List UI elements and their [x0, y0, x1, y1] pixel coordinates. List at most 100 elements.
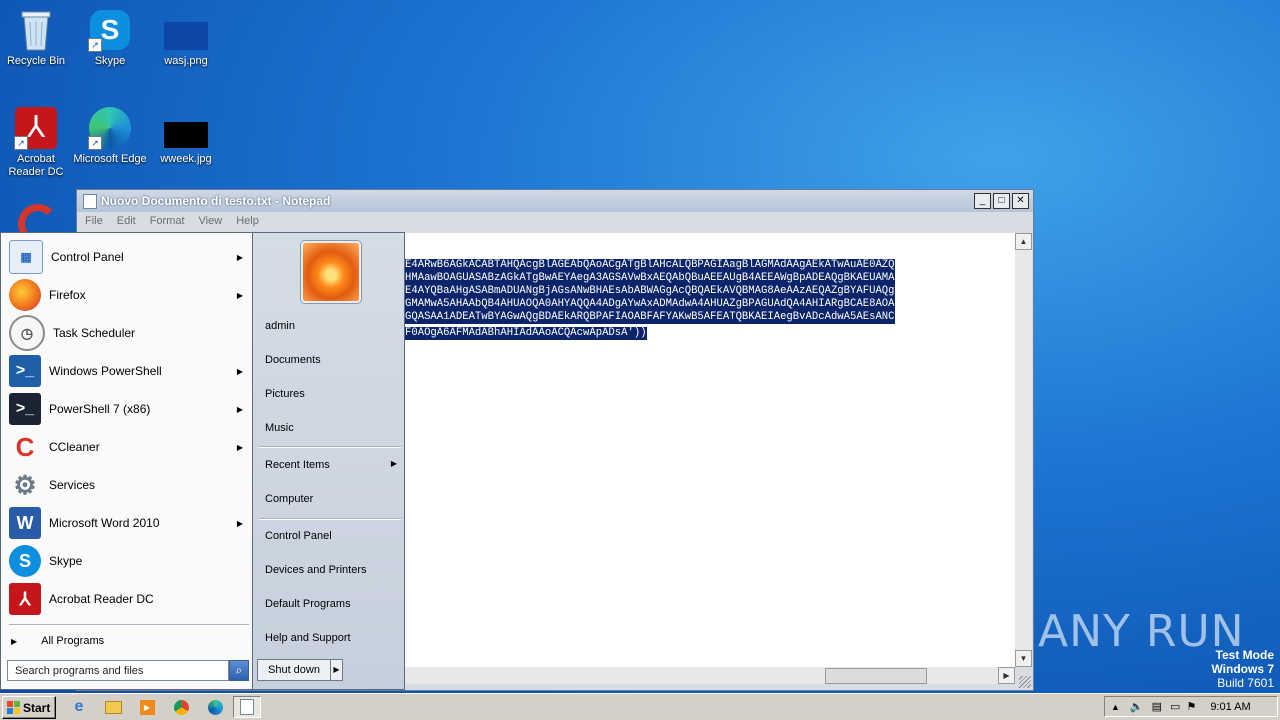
menu-format[interactable]: Format [150, 215, 185, 227]
user-picture[interactable] [301, 241, 361, 303]
all-programs-item[interactable]: ▶ All Programs [11, 633, 243, 649]
search-box[interactable]: Search programs and files [7, 660, 229, 681]
program-acrobat[interactable]: ⅄ Acrobat Reader DC [9, 581, 249, 617]
desktop-icon-edge[interactable]: ↗ Microsoft Edge [72, 106, 148, 166]
edge-taskbar-icon[interactable] [206, 698, 224, 716]
shutdown-button[interactable]: Shut down [257, 659, 331, 681]
show-hidden-icons-button[interactable]: ▲ [1111, 702, 1120, 712]
text-line: E4ARwB6AGkACABTAHQAcgBlAGEAbQAoACgATgBlA… [405, 259, 895, 272]
program-windows-powershell[interactable]: >_ Windows PowerShell ▶ [9, 353, 249, 389]
notepad-taskbar-button[interactable] [233, 696, 261, 718]
desktop-icon-acrobat[interactable]: ⅄ ↗ Acrobat Reader DC [0, 106, 74, 179]
desktop-icon-skype[interactable]: S ↗ Skype [72, 8, 148, 68]
notepad-icon [83, 193, 97, 209]
start-button[interactable]: Start [2, 696, 56, 719]
skype-icon: S ↗ [88, 8, 132, 52]
place-pictures[interactable]: Pictures [265, 388, 305, 400]
submenu-arrow-icon: ▶ [236, 252, 243, 262]
desktop-icon-wweek[interactable]: wweek.jpg [148, 106, 224, 166]
text-line: F0AOgA6AFMAdABhAHIAdAAoACQAcwApADsA')) [405, 327, 647, 340]
program-label: Task Scheduler [53, 326, 136, 340]
place-admin[interactable]: admin [265, 320, 295, 332]
desktop-icon-wasj[interactable]: wasj.png [148, 8, 224, 68]
start-menu: ▦ Control Panel ▶ Firefox ▶ ◷ Task Sched… [0, 232, 405, 690]
menu-file[interactable]: File [85, 215, 103, 227]
chrome-taskbar-icon[interactable] [172, 698, 190, 716]
search-icon: ⌕ [235, 663, 243, 677]
program-task-scheduler[interactable]: ◷ Task Scheduler [9, 315, 249, 351]
desktop-icon-recycle-bin[interactable]: Recycle Bin [0, 8, 74, 68]
test-mode-line: Build 7601 [1217, 676, 1274, 690]
place-devices-printers[interactable]: Devices and Printers [265, 564, 367, 576]
control-panel-icon: ▦ [9, 240, 43, 274]
start-menu-programs: ▦ Control Panel ▶ Firefox ▶ ◷ Task Sched… [0, 232, 253, 690]
recycle-bin-icon [14, 8, 58, 52]
scroll-right-button[interactable]: ▶ [998, 667, 1015, 684]
place-default-programs[interactable]: Default Programs [265, 598, 351, 610]
media-player-taskbar-icon[interactable]: ▶ [138, 698, 156, 716]
submenu-arrow-icon: ▶ [236, 442, 243, 452]
network-icon[interactable]: ▤ [1152, 700, 1162, 713]
shutdown-label: Shut down [268, 664, 320, 676]
clock[interactable]: 9:01 AM [1210, 701, 1250, 713]
program-ccleaner[interactable]: C CCleaner ▶ [9, 429, 249, 465]
submenu-arrow-icon: ▶ [236, 366, 243, 376]
volume-icon[interactable]: 🔈 [1130, 700, 1144, 713]
program-word-2010[interactable]: W Microsoft Word 2010 ▶ [9, 505, 249, 541]
shutdown-options-button[interactable]: ▶ [331, 659, 343, 681]
test-mode-line: Test Mode [1215, 648, 1274, 662]
desktop-icon-label: Recycle Bin [6, 55, 66, 67]
close-button[interactable]: ✕ [1012, 193, 1029, 209]
arrow-right-icon: ▶ [11, 636, 18, 646]
desktop-icon-label: wweek.jpg [160, 153, 212, 165]
minimize-button[interactable]: _ [974, 193, 991, 209]
ccleaner-desktop-icon[interactable] [18, 204, 62, 232]
search-button[interactable]: ⌕ [229, 660, 249, 681]
program-control-panel[interactable]: ▦ Control Panel ▶ [9, 239, 249, 275]
submenu-arrow-icon: ▶ [236, 290, 243, 300]
firefox-icon [9, 279, 41, 311]
program-label: Services [49, 478, 96, 492]
program-label: Acrobat Reader DC [49, 592, 154, 606]
program-powershell-7[interactable]: >_ PowerShell 7 (x86) ▶ [9, 391, 249, 427]
explorer-taskbar-icon[interactable] [104, 698, 122, 716]
horizontal-scrollbar[interactable]: ▶ [405, 667, 1015, 684]
place-computer[interactable]: Computer [265, 493, 313, 505]
menu-view[interactable]: View [199, 215, 223, 227]
desktop-icon-label: wasj.png [164, 55, 208, 67]
place-documents[interactable]: Documents [265, 354, 321, 366]
place-recent-items[interactable]: Recent Items ▶ [265, 459, 397, 471]
menu-help[interactable]: Help [236, 215, 259, 227]
notepad-titlebar[interactable]: Nuovo Documento di testo.txt - Notepad _… [77, 190, 1033, 212]
place-music[interactable]: Music [265, 422, 294, 434]
shortcut-arrow-icon: ↗ [14, 136, 28, 150]
program-skype[interactable]: S Skype [9, 543, 249, 579]
program-services[interactable]: ⚙ Services [9, 467, 249, 503]
ie-taskbar-icon[interactable]: e [70, 698, 88, 716]
gears-icon: ⚙ [13, 469, 37, 500]
image-file-icon [164, 106, 208, 150]
skype-icon: S [9, 545, 41, 577]
text-line: GMAMwA5AHAAbQB4AHUAOQA0AHYAQQA4ADgAYwAxA… [405, 298, 895, 311]
scroll-up-button[interactable]: ▲ [1015, 233, 1032, 250]
vertical-scrollbar[interactable]: ▲ ▼ [1015, 233, 1032, 667]
test-mode-text: Test Mode Windows 7 Build 7601 [1211, 648, 1274, 690]
maximize-button[interactable]: □ [993, 193, 1010, 209]
submenu-arrow-icon: ▶ [236, 404, 243, 414]
notepad-text-area[interactable]: E4ARwB6AGkACABTAHQAcgBlAGEAbQAoACgATgBlA… [405, 233, 1015, 667]
desktop-icon-label: Acrobat Reader DC [8, 153, 64, 178]
scroll-down-button[interactable]: ▼ [1015, 650, 1032, 667]
flag-icon[interactable]: ⚑ [1186, 700, 1196, 713]
place-help-support[interactable]: Help and Support [265, 632, 351, 644]
text-line: E4AYQBaAHgASABmADUANgBjAGsANwBHAEsAbABWA… [405, 285, 895, 298]
menu-edit[interactable]: Edit [117, 215, 136, 227]
powershell7-icon: >_ [9, 393, 41, 425]
scroll-thumb[interactable] [825, 668, 927, 684]
resize-grip[interactable] [1019, 676, 1031, 688]
display-icon[interactable]: ▭ [1170, 700, 1180, 713]
taskbar: Start e ▶ ▲ 🔈 ▤ ▭ ⚑ 9:01 AM [0, 693, 1280, 720]
program-firefox[interactable]: Firefox ▶ [9, 277, 249, 313]
powershell-icon: >_ [9, 355, 41, 387]
place-control-panel[interactable]: Control Panel [265, 530, 332, 542]
divider [9, 624, 249, 626]
